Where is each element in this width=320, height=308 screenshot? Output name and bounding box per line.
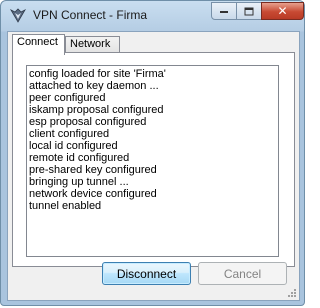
- log-line: config loaded for site 'Firma': [29, 68, 166, 80]
- tab-label: Connect: [17, 36, 58, 48]
- dialog-client-area: Connect Network config loaded for site '…: [7, 31, 300, 301]
- minimize-button[interactable]: [211, 2, 237, 20]
- log-line: peer configured: [29, 92, 106, 104]
- disconnect-label: Disconnect: [116, 266, 177, 281]
- cancel-button[interactable]: Cancel: [198, 262, 287, 285]
- minimize-icon: [220, 11, 228, 13]
- maximize-icon: [244, 7, 254, 15]
- tab-connect[interactable]: Connect: [12, 34, 65, 55]
- maximize-button[interactable]: [236, 2, 262, 20]
- cancel-label: Cancel: [223, 266, 262, 281]
- log-line: pre-shared key configured: [29, 164, 157, 176]
- log-line: attached to key daemon ...: [29, 80, 159, 92]
- connection-log[interactable]: config loaded for site 'Firma' attached …: [26, 65, 279, 257]
- tab-network[interactable]: Network: [65, 36, 120, 53]
- log-line: client configured: [29, 128, 110, 140]
- title-bar[interactable]: VPN Connect - Firma ✕: [1, 1, 304, 31]
- log-line: iskamp proposal configured: [29, 104, 164, 116]
- close-icon: ✕: [277, 4, 288, 18]
- log-line: esp proposal configured: [29, 116, 147, 128]
- log-line: tunnel enabled: [29, 200, 102, 212]
- shrew-soft-vpn-icon: [9, 8, 27, 23]
- disconnect-button[interactable]: Disconnect: [102, 262, 191, 285]
- log-line: network device configured: [29, 188, 157, 200]
- log-line: remote id configured: [29, 152, 130, 164]
- resize-grip-icon[interactable]: [287, 288, 297, 298]
- close-button[interactable]: ✕: [261, 2, 304, 20]
- window-title: VPN Connect - Firma: [33, 8, 148, 22]
- log-line: bringing up tunnel ...: [29, 176, 129, 188]
- tab-label: Network: [70, 38, 111, 50]
- connect-tab-panel: config loaded for site 'Firma' attached …: [12, 52, 295, 267]
- log-line: local id configured: [29, 140, 118, 152]
- vpn-connect-window: VPN Connect - Firma ✕ Connect Network co…: [0, 0, 305, 306]
